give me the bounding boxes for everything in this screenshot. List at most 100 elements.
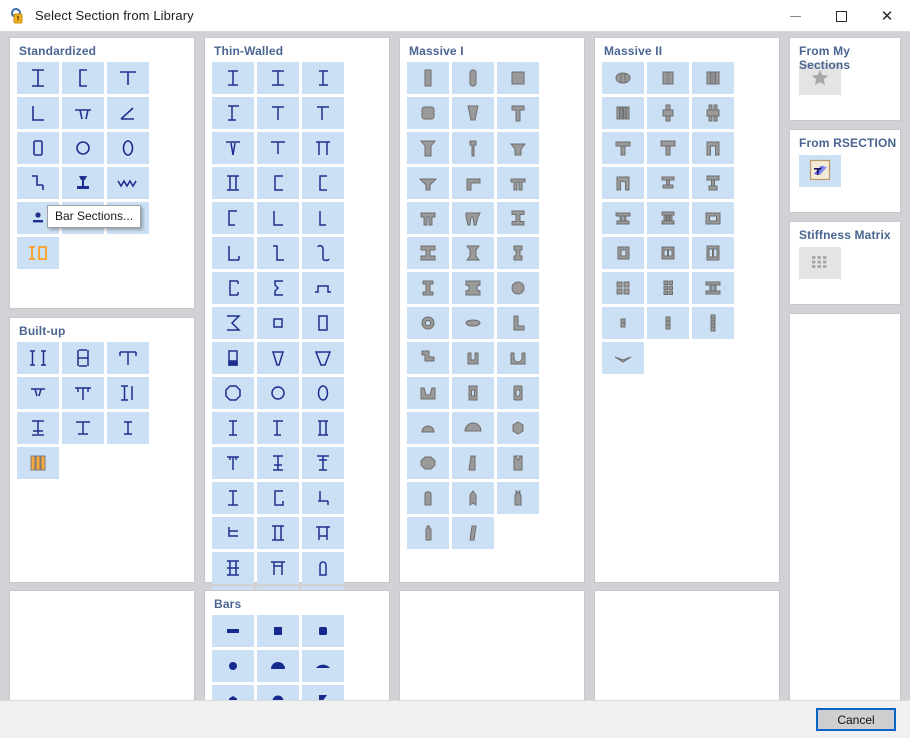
section-tile-mii-six-cell[interactable] <box>647 272 689 304</box>
stiffness-matrix-button[interactable] <box>799 247 841 279</box>
section-tile-mi-u-taper[interactable] <box>407 377 449 409</box>
section-tile-tw-t-tapered[interactable] <box>212 132 254 164</box>
section-tile-i-side-plate[interactable] <box>107 377 149 409</box>
section-tile-rect-hollow[interactable] <box>17 132 59 164</box>
section-tile-mi-square[interactable] <box>497 62 539 94</box>
section-tile-tw-rounded-rect[interactable] <box>302 552 344 584</box>
section-tile-angle[interactable] <box>17 97 59 129</box>
section-tile-tw-c-2[interactable] <box>302 167 344 199</box>
section-tile-mii-stacked-5[interactable] <box>692 307 734 339</box>
section-tile-mi-t-narrow[interactable] <box>452 132 494 164</box>
section-tile-mi-trapezoid[interactable] <box>452 97 494 129</box>
section-tile-mi-z-shape[interactable] <box>407 342 449 374</box>
section-tile-mi-i-4[interactable] <box>497 237 539 269</box>
section-tile-mi-parallelogram[interactable] <box>452 517 494 549</box>
section-tile-bar-shallow-arc[interactable] <box>302 650 344 682</box>
maximize-button[interactable] <box>818 0 864 32</box>
section-tile-i-double-bottom[interactable] <box>17 412 59 444</box>
section-tile-mi-double-leg-2[interactable] <box>407 202 449 234</box>
section-tile-mi-rect-tall[interactable] <box>407 62 449 94</box>
section-tile-mii-box-i-1[interactable] <box>602 202 644 234</box>
section-tile-mi-t-inverted[interactable] <box>497 132 539 164</box>
minimize-button[interactable] <box>772 0 818 32</box>
cancel-button[interactable]: Cancel <box>816 708 896 731</box>
section-tile-mi-rect-round[interactable] <box>452 62 494 94</box>
section-tile-t-plated[interactable] <box>107 342 149 374</box>
section-tile-mii-i-plate-1[interactable] <box>647 167 689 199</box>
section-tile-mii-small-rect[interactable] <box>602 307 644 339</box>
section-tile-mii-four-cell[interactable] <box>602 97 644 129</box>
section-tile-tw-i-1[interactable] <box>212 62 254 94</box>
section-tile-mii-t-cell[interactable] <box>602 132 644 164</box>
section-tile-tw-double-i-2[interactable] <box>257 517 299 549</box>
section-tile-mii-quad-cell[interactable] <box>602 272 644 304</box>
section-tile-tw-sigma-2[interactable] <box>212 307 254 339</box>
section-tile-i-narrow[interactable] <box>107 412 149 444</box>
section-tile-tw-t-plate[interactable] <box>212 447 254 479</box>
section-tile-mii-i-plate-2[interactable] <box>692 167 734 199</box>
section-tile-mii-folded-plate[interactable] <box>602 342 644 374</box>
section-tile-tw-circle[interactable] <box>257 377 299 409</box>
section-tile-tw-pi[interactable] <box>302 132 344 164</box>
section-tile-tw-i-7[interactable] <box>212 482 254 514</box>
section-tile-tw-double-web[interactable] <box>212 167 254 199</box>
section-tile-t-tapered[interactable] <box>62 97 104 129</box>
section-tile-mii-three-cell[interactable] <box>692 62 734 94</box>
section-tile-corrugated[interactable] <box>107 167 149 199</box>
section-tile-tw-sigma[interactable] <box>257 272 299 304</box>
close-button[interactable]: ✕ <box>864 0 910 32</box>
section-tile-double-i[interactable] <box>17 342 59 374</box>
section-tile-i-with-plates[interactable] <box>62 342 104 374</box>
section-tile-mii-i-cell-1[interactable] <box>647 97 689 129</box>
section-tile-tw-z-3[interactable] <box>212 517 254 549</box>
section-tile-mi-dome-flat[interactable] <box>452 412 494 444</box>
section-tile-mi-hexagon[interactable] <box>497 412 539 444</box>
section-tile-multi-cell-selected[interactable] <box>17 447 59 479</box>
section-tile-mi-ellipse[interactable] <box>452 307 494 339</box>
section-tile-mii-t-cell-2[interactable] <box>647 132 689 164</box>
section-tile-mii-box-twin-tall[interactable] <box>692 237 734 269</box>
section-tile-mii-box-i-2[interactable] <box>647 202 689 234</box>
section-tile-tw-rect-thick-base[interactable] <box>212 342 254 374</box>
section-tile-mi-square-round[interactable] <box>407 97 449 129</box>
section-tile-tw-l-2[interactable] <box>302 202 344 234</box>
section-tile-mi-double-taper[interactable] <box>452 202 494 234</box>
section-tile-tw-c-box[interactable] <box>257 482 299 514</box>
section-tile-tw-i-3[interactable] <box>302 62 344 94</box>
section-tile-tw-trapezoid-1[interactable] <box>257 342 299 374</box>
section-tile-channel[interactable] <box>62 62 104 94</box>
section-tile-tw-pi-2[interactable] <box>302 517 344 549</box>
section-tile-mi-i-2[interactable] <box>407 237 449 269</box>
section-tile-mi-t-inverted-2[interactable] <box>407 167 449 199</box>
section-tile-tw-i-6[interactable] <box>257 412 299 444</box>
section-tile-tw-l-3[interactable] <box>212 237 254 269</box>
section-tile-tw-z-2[interactable] <box>302 482 344 514</box>
section-tile-i-tall[interactable] <box>62 412 104 444</box>
section-tile-mi-double-leg[interactable] <box>497 167 539 199</box>
section-tile-mi-t-tapered[interactable] <box>407 132 449 164</box>
section-tile-mii-stacked-3[interactable] <box>647 307 689 339</box>
section-tile-tw-square-hollow[interactable] <box>257 307 299 339</box>
section-tile-mi-wedge[interactable] <box>452 447 494 479</box>
section-tile-angle-sloped[interactable] <box>107 97 149 129</box>
section-tile-mi-u-round[interactable] <box>497 342 539 374</box>
section-tile-mi-circle[interactable] <box>497 272 539 304</box>
section-tile-mi-l-shape[interactable] <box>497 307 539 339</box>
section-tile-mii-two-cell[interactable] <box>647 62 689 94</box>
section-tile-mi-notched[interactable] <box>497 447 539 479</box>
section-tile-mii-ellipse-split[interactable] <box>602 62 644 94</box>
section-tile-mi-pier-2[interactable] <box>452 482 494 514</box>
section-tile-tw-c-1[interactable] <box>257 167 299 199</box>
section-tile-tw-oval[interactable] <box>302 377 344 409</box>
section-tile-t-down-plate[interactable] <box>62 377 104 409</box>
section-tile-tw-rect-hollow[interactable] <box>302 307 344 339</box>
section-tile-mi-t-offset[interactable] <box>452 167 494 199</box>
section-tile-i-profile[interactable] <box>17 62 59 94</box>
section-tile-circle-hollow[interactable] <box>62 132 104 164</box>
section-tile-mi-pier-3[interactable] <box>497 482 539 514</box>
section-tile-z-profile[interactable] <box>17 167 59 199</box>
section-tile-mii-i-cell-2[interactable] <box>692 97 734 129</box>
section-tile-rail[interactable] <box>62 167 104 199</box>
from-rsection-button[interactable] <box>799 155 841 187</box>
section-tile-tw-c-3[interactable] <box>212 202 254 234</box>
